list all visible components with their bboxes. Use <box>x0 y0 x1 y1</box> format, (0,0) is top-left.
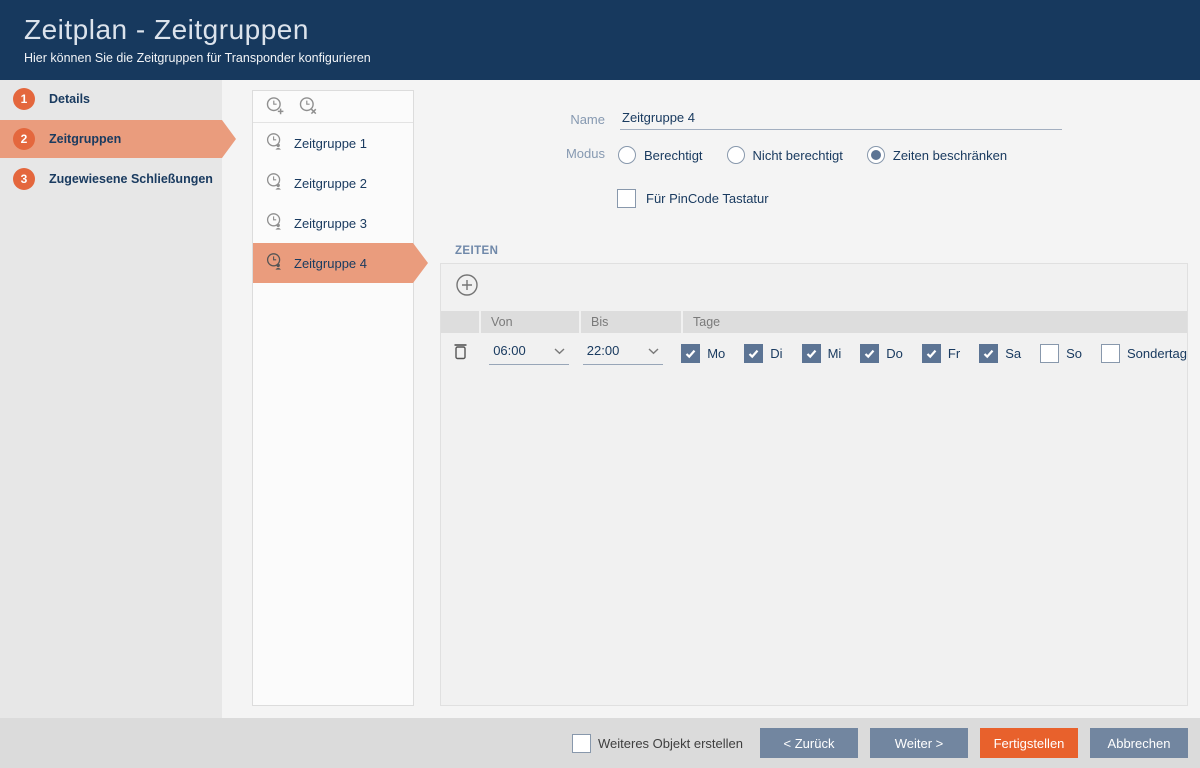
column-header-von: Von <box>481 311 579 333</box>
zeiten-table-panel: Von Bis Tage 06:00 <box>440 263 1188 706</box>
trash-icon <box>453 342 468 365</box>
list-item-zeitgruppe-3[interactable]: Zeitgruppe 3 <box>253 203 413 243</box>
pincode-checkbox[interactable]: Für PinCode Tastatur <box>617 189 769 208</box>
add-time-row-button[interactable] <box>454 272 480 303</box>
day-checkbox-so[interactable]: So <box>1040 344 1082 363</box>
step-label: Details <box>49 92 90 106</box>
zeiten-section-title: ZEITEN <box>455 245 498 257</box>
checkbox-icon <box>802 344 821 363</box>
checkbox-icon <box>572 734 591 753</box>
step-number-badge: 3 <box>13 168 35 190</box>
table-row: 06:00 22:00 Mo Di <box>441 333 1187 373</box>
page-title: Zeitplan - Zeitgruppen <box>24 14 1200 46</box>
column-header-tage: Tage <box>683 311 1187 333</box>
create-another-checkbox[interactable]: Weiteres Objekt erstellen <box>572 734 743 753</box>
days-checkbox-group: Mo Di Mi Do Fr Sa <box>670 344 1187 363</box>
clock-group-icon <box>265 212 284 234</box>
clock-add-icon[interactable] <box>265 96 286 117</box>
von-time-select[interactable]: 06:00 <box>489 342 569 365</box>
checkbox-icon <box>1040 344 1059 363</box>
checkbox-icon <box>922 344 941 363</box>
sidebar-item-details[interactable]: 1 Details <box>0 80 222 118</box>
sidebar-item-zugewiesene-schliessungen[interactable]: 3 Zugewiesene Schließungen <box>0 160 222 198</box>
wizard-header: Zeitplan - Zeitgruppen Hier können Sie d… <box>0 0 1200 80</box>
zeiten-table-header: Von Bis Tage <box>441 311 1187 333</box>
plus-circle-icon <box>454 272 480 303</box>
day-checkbox-do[interactable]: Do <box>860 344 903 363</box>
column-header-bis: Bis <box>581 311 681 333</box>
checkbox-icon <box>681 344 700 363</box>
checkbox-icon <box>1101 344 1120 363</box>
clock-group-icon <box>265 132 284 154</box>
page-subtitle: Hier können Sie die Zeitgruppen für Tran… <box>24 51 1200 65</box>
checkbox-icon <box>744 344 763 363</box>
day-checkbox-fr[interactable]: Fr <box>922 344 960 363</box>
list-item-label: Zeitgruppe 2 <box>294 176 367 191</box>
chevron-down-icon <box>648 342 659 360</box>
clock-group-icon <box>265 172 284 194</box>
sidebar-item-zeitgruppen[interactable]: 2 Zeitgruppen <box>0 120 222 158</box>
finish-button[interactable]: Fertigstellen <box>980 728 1078 758</box>
radio-icon <box>727 146 745 164</box>
step-label: Zeitgruppen <box>49 132 121 146</box>
radio-zeiten-beschraenken[interactable]: Zeiten beschränken <box>867 146 1007 164</box>
time-group-list-panel: Zeitgruppe 1 Zeitgruppe 2 Zeitgruppe 3 <box>252 90 414 706</box>
back-button[interactable]: < Zurück <box>760 728 858 758</box>
day-checkbox-mo[interactable]: Mo <box>681 344 725 363</box>
list-item-label: Zeitgruppe 1 <box>294 136 367 151</box>
list-item-label: Zeitgruppe 4 <box>294 256 367 271</box>
time-group-toolbar <box>253 91 413 123</box>
cancel-button[interactable]: Abbrechen <box>1090 728 1188 758</box>
list-item-label: Zeitgruppe 3 <box>294 216 367 231</box>
column-header-empty <box>441 311 479 333</box>
day-checkbox-di[interactable]: Di <box>744 344 782 363</box>
day-checkbox-sa[interactable]: Sa <box>979 344 1021 363</box>
step-number-badge: 1 <box>13 88 35 110</box>
next-button[interactable]: Weiter > <box>870 728 968 758</box>
bis-time-select[interactable]: 22:00 <box>583 342 663 365</box>
list-item-zeitgruppe-4[interactable]: Zeitgruppe 4 <box>253 243 413 283</box>
name-field-row: Name Zeitgruppe 4 <box>440 110 1062 130</box>
list-item-zeitgruppe-1[interactable]: Zeitgruppe 1 <box>253 123 413 163</box>
modus-radio-group: Berechtigt Nicht berechtigt Zeiten besch… <box>618 146 1007 164</box>
step-label: Zugewiesene Schließungen <box>49 172 213 186</box>
step-number-badge: 2 <box>13 128 35 150</box>
wizard-steps-sidebar: 1 Details 2 Zeitgruppen 3 Zugewiesene Sc… <box>0 80 222 718</box>
radio-nicht-berechtigt[interactable]: Nicht berechtigt <box>727 146 843 164</box>
day-checkbox-sondertag[interactable]: Sondertag <box>1101 344 1187 363</box>
radio-berechtigt[interactable]: Berechtigt <box>618 146 703 164</box>
checkbox-icon <box>617 189 636 208</box>
radio-icon <box>867 146 885 164</box>
list-item-zeitgruppe-2[interactable]: Zeitgruppe 2 <box>253 163 413 203</box>
name-input[interactable]: Zeitgruppe 4 <box>620 110 1062 130</box>
clock-group-icon <box>265 252 284 274</box>
day-checkbox-mi[interactable]: Mi <box>802 344 842 363</box>
delete-row-button[interactable] <box>453 342 468 365</box>
radio-icon <box>618 146 636 164</box>
modus-field-row: Modus Berechtigt Nicht berechtigt Zeiten… <box>440 146 1007 164</box>
chevron-down-icon <box>554 342 565 360</box>
modus-field-label: Modus <box>440 146 605 164</box>
checkbox-icon <box>979 344 998 363</box>
name-field-label: Name <box>440 112 605 130</box>
checkbox-icon <box>860 344 879 363</box>
clock-remove-icon[interactable] <box>298 96 319 117</box>
footer-bar: Weiteres Objekt erstellen < Zurück Weite… <box>0 718 1200 768</box>
